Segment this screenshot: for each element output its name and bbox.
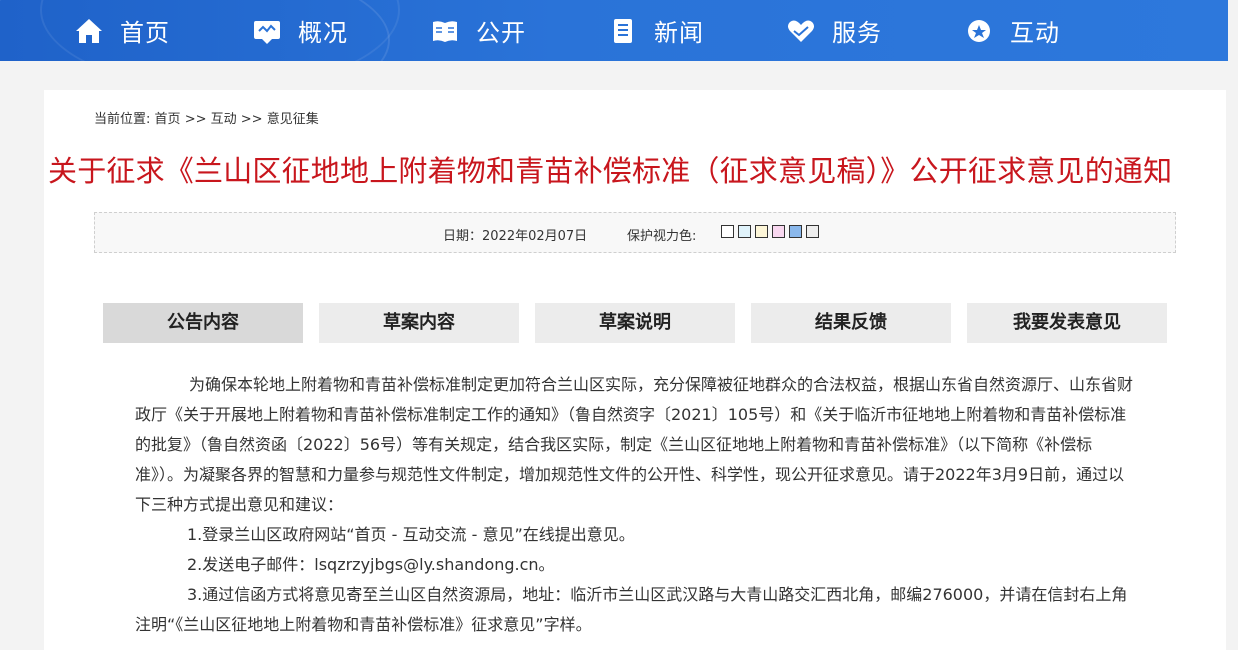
body-paragraph-line: 的批复》（鲁自然资函〔2022〕56号）等有关规定，结合我区实际，制定《兰山区征… (135, 435, 1093, 454)
body-paragraph-line: 下三种方式提出意见和建议： (135, 495, 344, 514)
book-icon (430, 16, 460, 46)
nav-right-edge (1228, 0, 1238, 61)
tab-result-feedback[interactable]: 结果反馈 (751, 303, 951, 343)
tab-draft-explanation[interactable]: 草案说明 (535, 303, 735, 343)
color-swatch[interactable] (721, 225, 734, 238)
breadcrumb-prefix: 当前位置: (94, 112, 151, 127)
color-swatch[interactable] (772, 225, 785, 238)
color-swatch[interactable] (738, 225, 751, 238)
tab-submit-opinion[interactable]: 我要发表意见 (967, 303, 1167, 343)
nav-item-label: 新闻 (654, 19, 704, 47)
nav-item-label: 服务 (832, 19, 882, 47)
nav-item-news[interactable]: 新闻 (608, 0, 704, 61)
color-swatch[interactable] (806, 225, 819, 238)
publish-date: 日期：2022年02月07日 (443, 229, 588, 244)
nav-item-label: 首页 (120, 19, 170, 47)
color-swatch[interactable] (755, 225, 768, 238)
overview-icon (252, 16, 282, 46)
heart-hand-icon (786, 16, 816, 46)
document-icon (608, 16, 638, 46)
body-paragraph-line: 为确保本轮地上附着物和青苗补偿标准制定更加符合兰山区实际，充分保障被征地群众的合… (189, 375, 1134, 394)
chat-icon (964, 16, 994, 46)
breadcrumb-interact-link[interactable]: 互动 (211, 112, 237, 127)
nav-item-home[interactable]: 首页 (74, 0, 170, 61)
breadcrumb-separator: >> (240, 112, 263, 127)
body-paragraph-line: 政厅《关于开展地上附着物和青苗补偿标准制定工作的通知》（鲁自然资字〔2021〕1… (135, 405, 1127, 424)
color-swatch[interactable] (789, 225, 802, 238)
home-icon (74, 16, 104, 46)
body-list-item: 2.发送电子邮件：lsqzrzyjbgs@ly.shandong.cn。 (187, 555, 555, 574)
eye-protect-label: 保护视力色: (627, 229, 697, 244)
tab-announcement[interactable]: 公告内容 (103, 303, 303, 343)
body-list-item: 1.登录兰山区政府网站“首页 - 互动交流 - 意见”在线提出意见。 (187, 525, 635, 544)
breadcrumb-opinion-link[interactable]: 意见征集 (267, 112, 319, 127)
breadcrumb-home-link[interactable]: 首页 (155, 112, 181, 127)
breadcrumb-separator: >> (184, 112, 207, 127)
top-navigation-bar: 首页 概况 公开 新闻 服务 互动 (0, 0, 1238, 61)
page-title: 关于征求《兰山区征地地上附着物和青苗补偿标准（征求意见稿）》公开征求意见的通知 (48, 154, 1173, 188)
breadcrumb: 当前位置: 首页 >> 互动 >> 意见征集 (94, 108, 319, 127)
tab-draft-content[interactable]: 草案内容 (319, 303, 519, 343)
body-paragraph-line: 注明“《兰山区征地地上附着物和青苗补偿标准》征求意见”字样。 (135, 615, 592, 634)
nav-item-interact[interactable]: 互动 (964, 0, 1060, 61)
body-list-item: 3.通过信函方式将意见寄至兰山区自然资源局，地址：临沂市兰山区武汉路与大青山路交… (187, 585, 1128, 604)
nav-item-public[interactable]: 公开 (430, 0, 526, 61)
nav-item-label: 公开 (476, 19, 526, 47)
article-info-bar: 日期：2022年02月07日 保护视力色: (94, 212, 1176, 253)
nav-item-overview[interactable]: 概况 (252, 0, 348, 61)
nav-item-label: 概况 (298, 19, 348, 47)
nav-item-service[interactable]: 服务 (786, 0, 882, 61)
nav-item-label: 互动 (1010, 19, 1060, 47)
body-paragraph-line: 准》）。为凝聚各界的智慧和力量参与规范性文件制定，增加规范性文件的公开性、科学性… (135, 465, 1125, 484)
eye-protect-swatches (721, 225, 823, 238)
